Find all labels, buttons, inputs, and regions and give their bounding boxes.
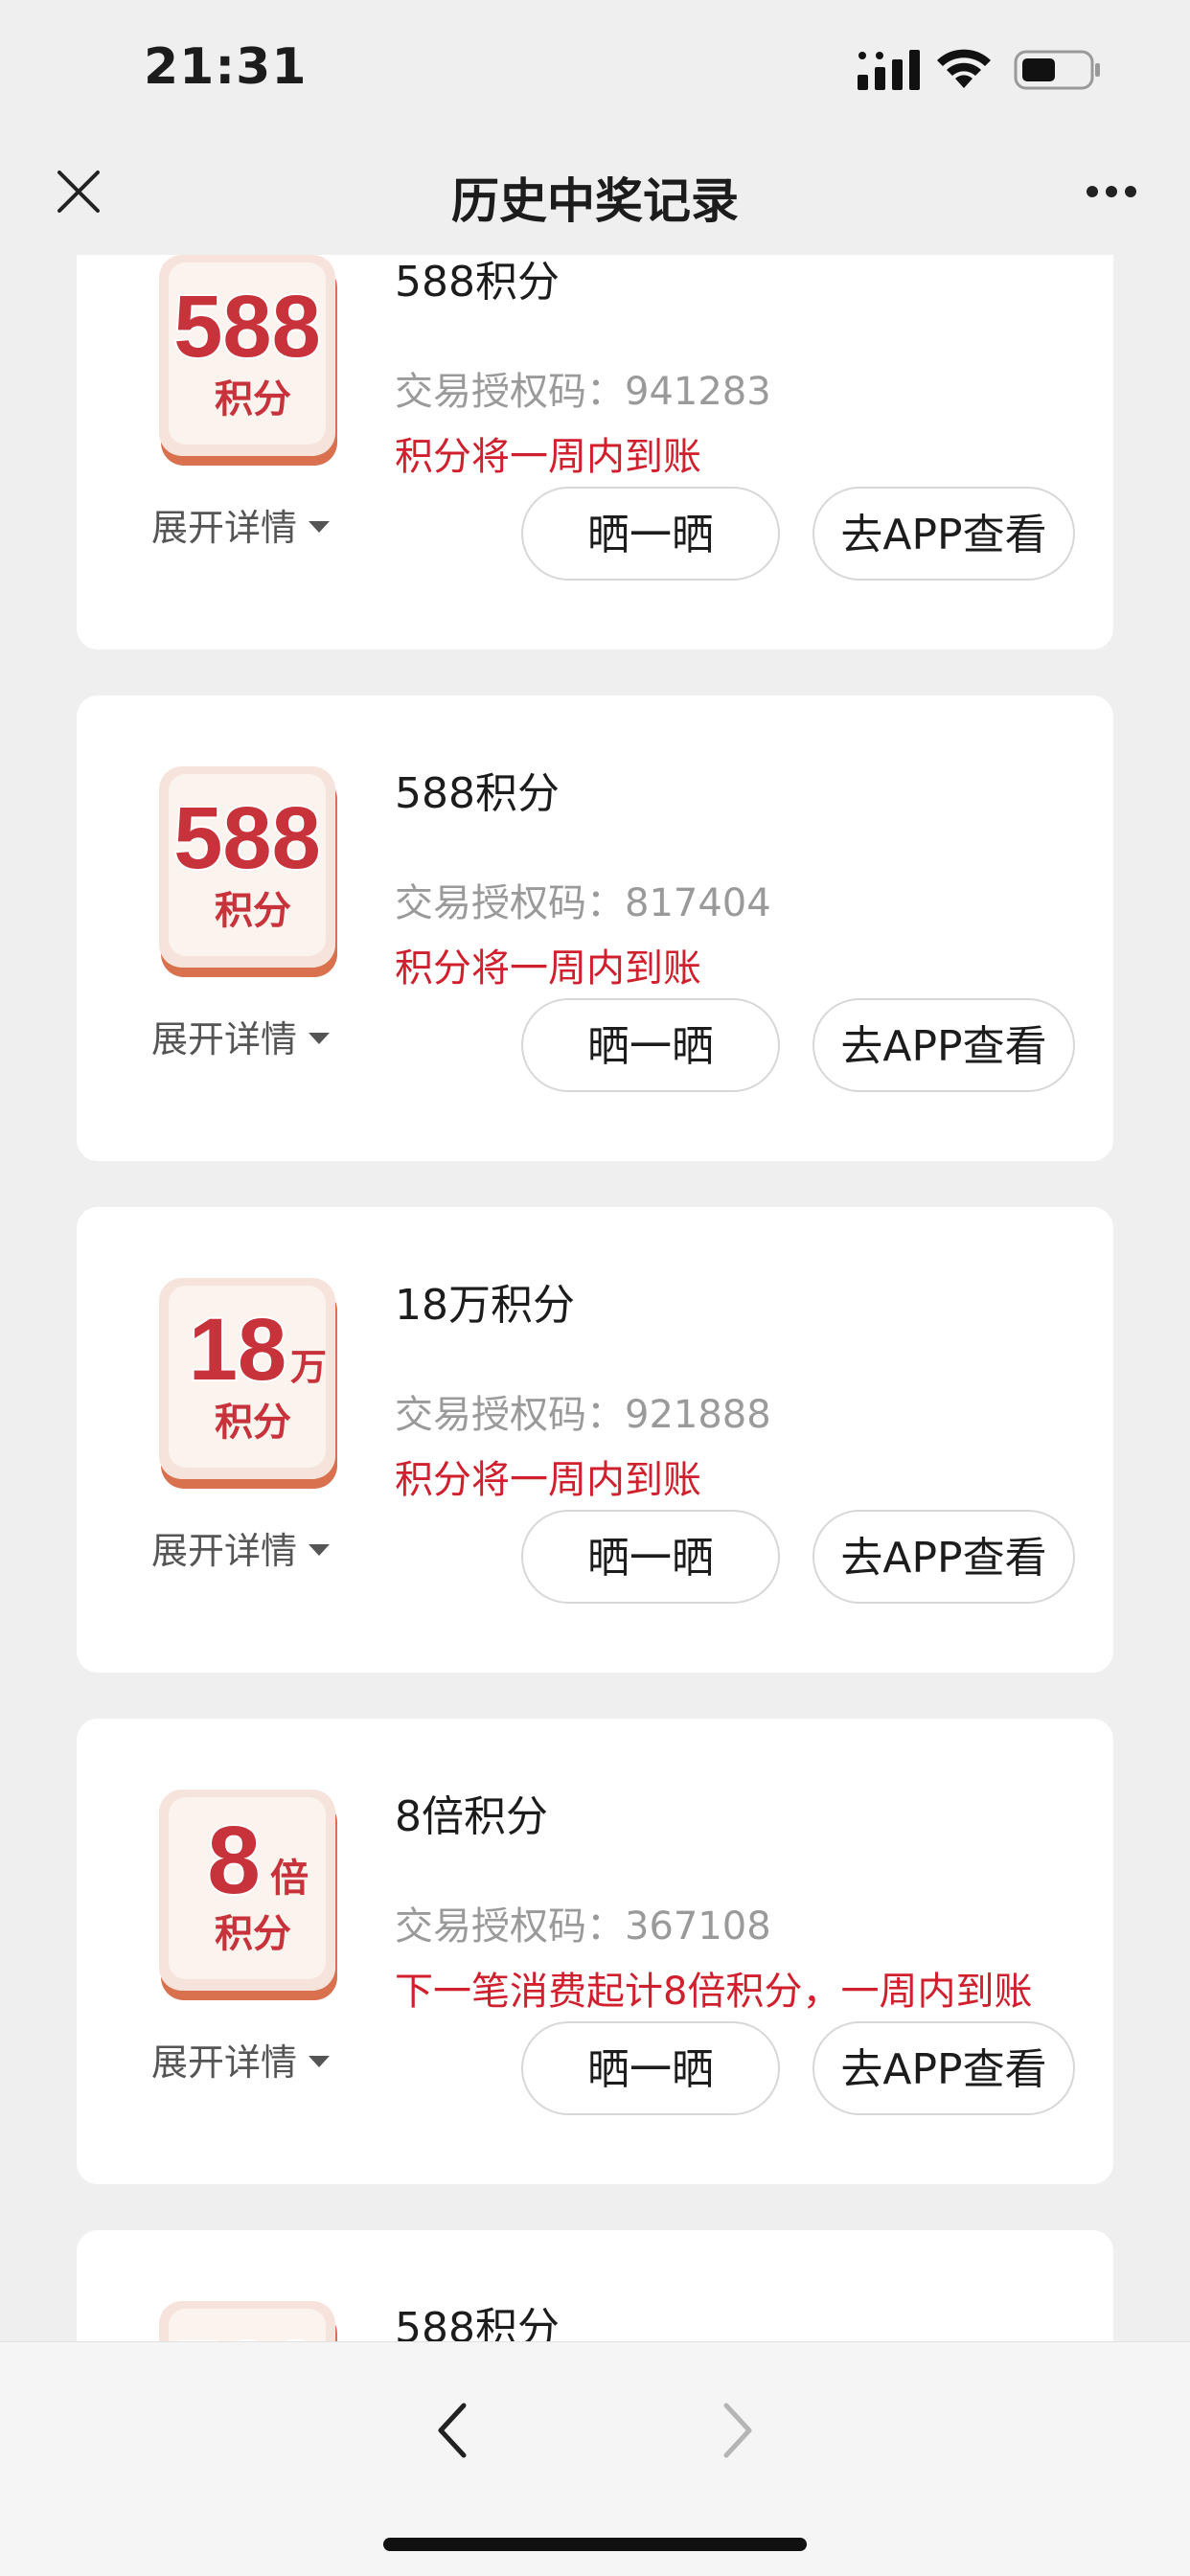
caret-down-icon — [309, 1543, 331, 1556]
share-button[interactable]: 晒一晒 — [521, 487, 780, 581]
prize-record-list[interactable]: 588 积分 展开详情 588积分 交易授权码：941283 积分将一周内到账 … — [0, 255, 1190, 2341]
open-app-button[interactable]: 去APP查看 — [812, 2021, 1075, 2115]
svg-text:积分: 积分 — [215, 889, 291, 933]
points-badge-588: 588 积分 — [159, 766, 337, 977]
prize-title: 588积分 — [395, 2304, 560, 2341]
svg-text:588: 588 — [173, 789, 321, 887]
status-bar: 21:31 — [0, 0, 1190, 134]
expand-details-toggle[interactable]: 展开详情 — [151, 1010, 331, 1062]
forward-arrow-icon[interactable] — [719, 2402, 757, 2459]
prize-card: 18 万 积分 展开详情 18万积分 交易授权码：921888 积分将一周内到账… — [77, 1207, 1113, 1673]
prize-card: 588 积分 588积分 — [77, 2230, 1113, 2341]
auth-code: 交易授权码：941283 — [395, 370, 771, 414]
browser-toolbar — [0, 2341, 1190, 2576]
prize-card: 588 积分 展开详情 588积分 交易授权码：941283 积分将一周内到账 … — [77, 255, 1113, 650]
arrival-note: 积分将一周内到账 — [395, 946, 701, 991]
arrival-note: 积分将一周内到账 — [395, 435, 701, 479]
page-title: 历史中奖记录 — [451, 173, 739, 229]
svg-text:18: 18 — [189, 1301, 286, 1399]
svg-text:倍: 倍 — [270, 1857, 309, 1901]
prize-title: 18万积分 — [395, 1281, 575, 1330]
open-app-button[interactable]: 去APP查看 — [812, 487, 1075, 581]
share-button[interactable]: 晒一晒 — [521, 998, 780, 1092]
caret-down-icon — [309, 2055, 331, 2067]
expand-details-toggle[interactable]: 展开详情 — [151, 498, 331, 551]
cellular-signal-icon — [858, 50, 920, 90]
prize-card: 588 积分 展开详情 588积分 交易授权码：817404 积分将一周内到账 … — [77, 695, 1113, 1161]
points-badge-8x: 8 倍 积分 — [159, 1790, 337, 2000]
svg-text:8: 8 — [207, 1807, 261, 1914]
expand-details-toggle[interactable]: 展开详情 — [151, 2033, 331, 2086]
auth-code: 交易授权码：921888 — [395, 1393, 771, 1437]
svg-text:积分: 积分 — [215, 1401, 291, 1445]
share-button[interactable]: 晒一晒 — [521, 1510, 780, 1604]
caret-down-icon — [309, 520, 331, 533]
caret-down-icon — [309, 1032, 331, 1044]
more-options-icon[interactable] — [1085, 184, 1138, 199]
prize-title: 588积分 — [395, 769, 560, 818]
points-badge-588: 588 积分 — [159, 255, 337, 466]
back-arrow-icon[interactable] — [433, 2402, 471, 2459]
points-badge-588: 588 积分 — [159, 2301, 337, 2341]
auth-code: 交易授权码：817404 — [395, 881, 771, 925]
expand-details-toggle[interactable]: 展开详情 — [151, 1521, 331, 1574]
share-button[interactable]: 晒一晒 — [521, 2021, 780, 2115]
status-time: 21:31 — [144, 38, 308, 96]
home-indicator — [383, 2538, 807, 2551]
svg-text:积分: 积分 — [215, 377, 291, 422]
arrival-note: 积分将一周内到账 — [395, 1458, 701, 1502]
open-app-button[interactable]: 去APP查看 — [812, 1510, 1075, 1604]
battery-icon — [1014, 50, 1100, 90]
prize-title: 588积分 — [395, 258, 560, 307]
open-app-button[interactable]: 去APP查看 — [812, 998, 1075, 1092]
svg-text:588: 588 — [173, 278, 321, 376]
prize-card: 8 倍 积分 展开详情 8倍积分 交易授权码：367108 下一笔消费起计8倍积… — [77, 1719, 1113, 2184]
wifi-icon — [937, 49, 991, 88]
svg-text:万: 万 — [290, 1346, 327, 1388]
points-badge-180k: 18 万 积分 — [159, 1278, 337, 1489]
auth-code: 交易授权码：367108 — [395, 1904, 771, 1949]
svg-text:588: 588 — [173, 2324, 321, 2341]
arrival-note: 下一笔消费起计8倍积分，一周内到账 — [395, 1970, 1033, 2014]
svg-text:积分: 积分 — [215, 1912, 291, 1956]
prize-title: 8倍积分 — [395, 1792, 548, 1841]
